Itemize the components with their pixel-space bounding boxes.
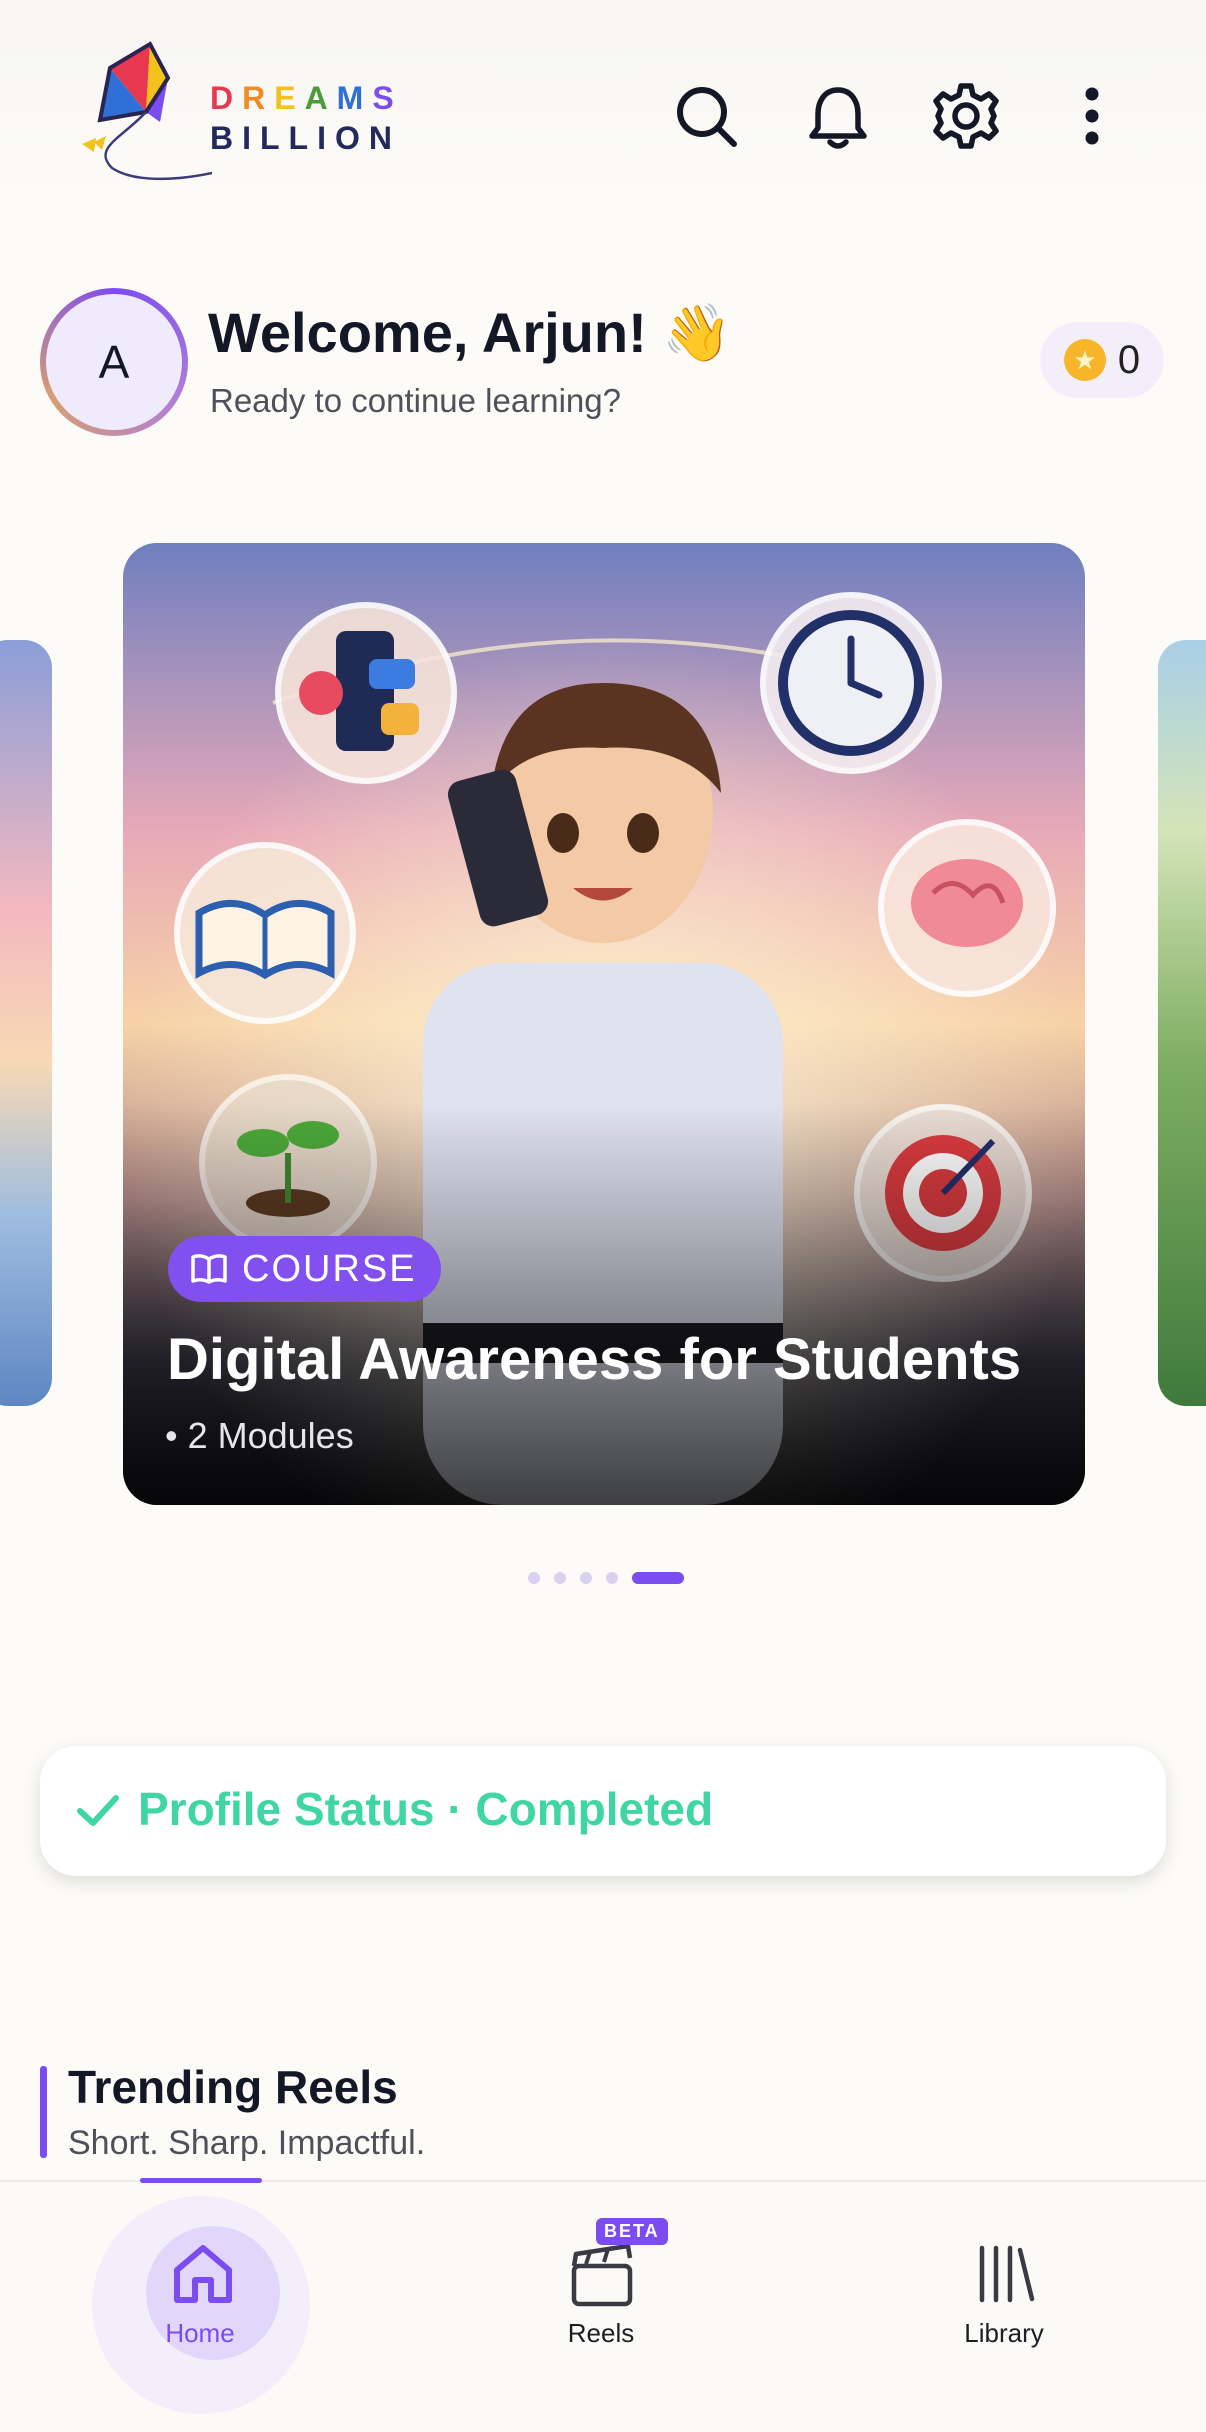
welcome-subtitle: Ready to continue learning?: [210, 382, 621, 419]
nav-label-home: Home: [165, 2318, 235, 2348]
carousel-dot-active[interactable]: [632, 1572, 684, 1584]
beta-badge: BETA: [596, 2218, 668, 2245]
more-options-button[interactable]: [1054, 78, 1130, 154]
course-badge-label: COURSE: [242, 1247, 417, 1290]
kite-icon: [82, 41, 263, 181]
home-icon: [174, 2245, 232, 2303]
check-icon: [77, 1795, 119, 1826]
gear-icon: [933, 83, 999, 149]
featured-course-card[interactable]: COURSE Digital Awareness for Students • …: [123, 543, 1085, 1505]
avatar-initial: A: [46, 294, 182, 430]
carousel-dot[interactable]: [580, 1572, 592, 1584]
brand-line-2: BILLION: [210, 120, 401, 156]
phone-bubble-icon: [275, 602, 457, 784]
top-app-bar: DREAMS BILLION DREAMS: [0, 0, 1206, 200]
carousel-pagination: [528, 1572, 684, 1584]
avatar[interactable]: A: [40, 288, 188, 436]
trending-reels-title: Trending Reels: [68, 2061, 398, 2113]
course-modules-count: • 2 Modules: [165, 1415, 354, 1456]
notifications-button[interactable]: [800, 78, 876, 154]
carousel-dot[interactable]: [606, 1572, 618, 1584]
section-accent-bar: [40, 2066, 47, 2158]
library-icon: [979, 2245, 1035, 2303]
points-value: 0: [1117, 337, 1141, 382]
active-tab-indicator: [140, 2178, 262, 2183]
carousel-next-card[interactable]: [1158, 640, 1206, 1406]
carousel-previous-card[interactable]: [0, 640, 52, 1406]
dreams-billion-logo[interactable]: DREAMS BILLION DREAMS: [82, 38, 402, 188]
carousel-dot[interactable]: [528, 1572, 540, 1584]
search-button[interactable]: [668, 78, 744, 154]
points-badge[interactable]: ★ 0: [1040, 322, 1164, 398]
bell-icon: [809, 87, 867, 149]
course-title: Digital Awareness for Students: [167, 1327, 1022, 1392]
search-icon: [677, 87, 737, 147]
profile-status-card[interactable]: Profile Status · Completed: [40, 1746, 1166, 1876]
nav-label-reels: Reels: [567, 2318, 635, 2348]
nav-label-library: Library: [964, 2318, 1044, 2348]
settings-button[interactable]: [928, 78, 1004, 154]
open-book-icon: [191, 1254, 227, 1284]
star-coin-icon: ★: [1063, 339, 1106, 381]
clapperboard-icon: [571, 2243, 633, 2307]
bottom-navigation: Home BETA Reels Library: [0, 2178, 1206, 2432]
welcome-heading: Welcome, Arjun! 👋: [208, 301, 733, 364]
brand-line-1-text: DREAMS: [212, 38, 213, 39]
more-vertical-icon: [1085, 87, 1099, 145]
profile-status-text: Profile Status · Completed: [138, 1783, 714, 1835]
trending-reels-subtitle: Short. Sharp. Impactful.: [68, 2124, 426, 2162]
clock-bubble-icon: [760, 592, 942, 774]
brand-line-1: DREAMS: [210, 80, 403, 116]
brain-bubble-icon: [878, 819, 1056, 997]
book-bubble-icon: [174, 842, 356, 1024]
carousel-dot[interactable]: [554, 1572, 566, 1584]
course-badge: COURSE: [168, 1236, 441, 1302]
